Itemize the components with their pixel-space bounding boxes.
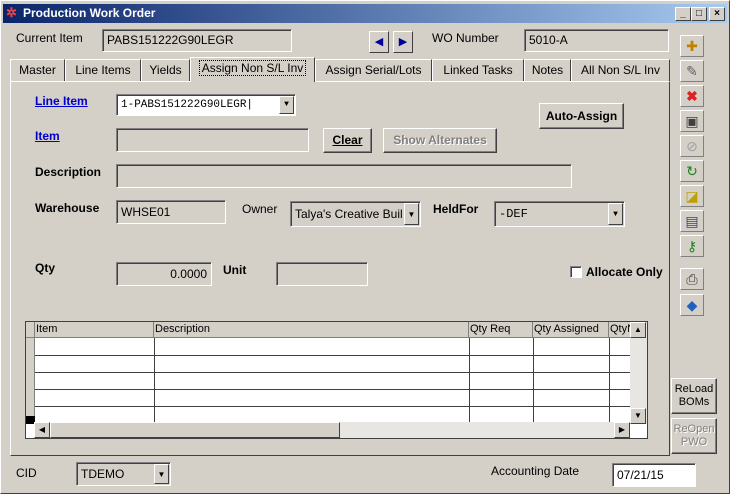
accounting-date-field[interactable]: 07/21/15: [612, 463, 696, 487]
tab-all-non-sl-inv[interactable]: All Non S/L Inv: [571, 59, 670, 81]
tag-icon[interactable]: ◆: [680, 294, 704, 316]
scroll-right-icon[interactable]: ▶: [614, 422, 630, 438]
grid-corner: [26, 322, 35, 338]
tab-assign-serial-lots[interactable]: Assign Serial/Lots: [315, 59, 432, 81]
chevron-down-icon[interactable]: ▼: [154, 464, 169, 484]
clear-button-label: Clear: [332, 133, 363, 147]
card-icon[interactable]: ▤: [680, 210, 704, 232]
qty-label: Qty: [35, 261, 56, 275]
table-row[interactable]: [35, 406, 630, 407]
show-alternates-button[interactable]: Show Alternates: [383, 128, 497, 153]
app-icon: ✲: [6, 5, 17, 20]
grid-divider: [609, 338, 610, 424]
accounting-date-label: Accounting Date: [491, 464, 580, 478]
tab-assign-non-sl-inv-label: Assign Non S/L Inv: [198, 60, 307, 76]
production-work-order-window: ✲ Production Work Order _ □ × Current It…: [0, 0, 730, 494]
heldfor-label: HeldFor: [433, 202, 479, 216]
unit-field[interactable]: [276, 262, 368, 286]
next-arrow-button[interactable]: ▶: [393, 31, 413, 53]
key-icon[interactable]: ⚷: [680, 235, 704, 257]
description-label: Description: [35, 165, 102, 179]
grid-col-qty-assigned[interactable]: Qty Assigned: [533, 322, 609, 338]
grid-col-qtyn[interactable]: QtyN: [609, 322, 631, 338]
cid-label: CID: [16, 466, 37, 480]
edit-icon[interactable]: ✎: [680, 60, 704, 82]
auto-assign-button[interactable]: Auto-Assign: [539, 103, 624, 129]
unit-label: Unit: [223, 263, 247, 277]
item-link[interactable]: Item: [35, 129, 60, 143]
table-row[interactable]: [35, 355, 630, 356]
allocate-only-label: Allocate Only: [586, 265, 663, 279]
grid-col-description[interactable]: Description: [154, 322, 469, 338]
reopen-pwo-button[interactable]: ReOpen PWO: [671, 418, 717, 454]
grid-divider: [469, 338, 470, 424]
window-title: Production Work Order: [23, 6, 156, 20]
chevron-down-icon[interactable]: ▼: [404, 203, 419, 225]
owner-dropdown[interactable]: Talya's Creative Buil ▼: [290, 201, 421, 227]
cid-dropdown[interactable]: TDEMO ▼: [76, 462, 171, 486]
line-item-dropdown[interactable]: 1-PABS151222G90LEGR| ▼: [116, 94, 296, 116]
grid-divider: [154, 338, 155, 424]
tab-notes[interactable]: Notes: [524, 59, 571, 81]
description-field[interactable]: [116, 164, 572, 188]
horizontal-scrollbar[interactable]: ◀ ▶: [34, 422, 630, 438]
scroll-down-icon[interactable]: ▼: [630, 408, 646, 424]
left-arrow-icon: ◀: [374, 36, 384, 48]
tab-master[interactable]: Master: [10, 59, 65, 81]
scroll-up-icon[interactable]: ▲: [630, 322, 646, 338]
grid-row-selector: [26, 338, 35, 424]
scroll-thumb[interactable]: [50, 422, 340, 438]
grid-divider: [533, 338, 534, 424]
title-bar: ✲ Production Work Order _ □ ×: [3, 4, 727, 23]
tab-assign-non-sl-inv[interactable]: Assign Non S/L Inv: [190, 57, 315, 82]
previous-arrow-button[interactable]: ◀: [369, 31, 389, 53]
cancel-icon[interactable]: ⊘: [680, 135, 704, 157]
note-icon[interactable]: ◪: [680, 185, 704, 207]
item-field[interactable]: [116, 128, 309, 152]
clear-button[interactable]: Clear: [323, 128, 372, 153]
maximize-button[interactable]: □: [691, 7, 707, 21]
vertical-scrollbar[interactable]: ▲ ▼: [630, 322, 647, 424]
heldfor-dropdown[interactable]: -DEF ▼: [494, 201, 625, 227]
tab-line-items[interactable]: Line Items: [65, 59, 141, 81]
refresh-icon[interactable]: ↻: [680, 160, 704, 182]
delete-icon[interactable]: ✖: [680, 85, 704, 107]
wo-number-field: 5010-A: [524, 29, 669, 52]
tab-yields[interactable]: Yields: [141, 59, 190, 81]
owner-value: Talya's Creative Buil: [295, 207, 403, 221]
qty-field[interactable]: 0.0000: [116, 262, 212, 286]
new-icon[interactable]: ✚: [680, 35, 704, 57]
right-arrow-icon: ▶: [398, 36, 408, 48]
warehouse-field[interactable]: WHSE01: [116, 200, 226, 224]
grid-col-item[interactable]: Item: [35, 322, 154, 338]
table-row[interactable]: [35, 372, 630, 373]
tab-linked-tasks[interactable]: Linked Tasks: [432, 59, 524, 81]
table-row[interactable]: [35, 389, 630, 390]
cid-value: TDEMO: [81, 467, 125, 481]
current-item-field: PABS151222G90LEGR: [102, 29, 292, 52]
save-icon[interactable]: ▣: [680, 110, 704, 132]
warehouse-label: Warehouse: [35, 201, 100, 215]
chevron-down-icon[interactable]: ▼: [608, 203, 623, 225]
chevron-down-icon[interactable]: ▼: [279, 96, 294, 114]
owner-label: Owner: [242, 202, 278, 216]
close-button[interactable]: ×: [709, 7, 725, 21]
allocate-only-checkbox[interactable]: [570, 266, 582, 278]
scroll-left-icon[interactable]: ◀: [34, 422, 50, 438]
current-item-label: Current Item: [16, 31, 83, 45]
assignment-grid[interactable]: Item Description Qty Req Qty Assigned Qt…: [25, 321, 648, 439]
grid-col-qty-req[interactable]: Qty Req: [469, 322, 533, 338]
minimize-button[interactable]: _: [675, 7, 691, 21]
reload-boms-button[interactable]: ReLoad BOMs: [671, 378, 717, 414]
line-item-value: 1-PABS151222G90LEGR|: [121, 99, 254, 111]
line-item-link[interactable]: Line Item: [35, 94, 88, 108]
heldfor-value: -DEF: [499, 207, 528, 221]
print-icon[interactable]: ⎙: [680, 268, 704, 290]
wo-number-label: WO Number: [432, 31, 499, 45]
